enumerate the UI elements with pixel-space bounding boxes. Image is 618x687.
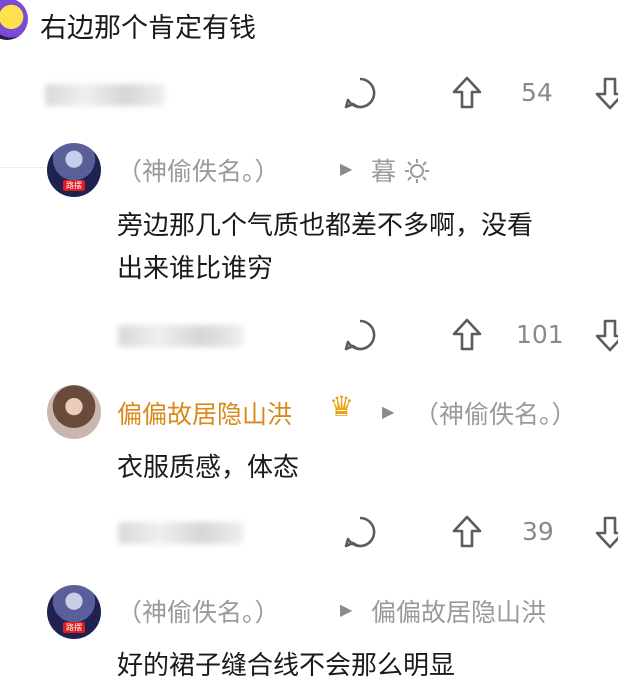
reply-to-name[interactable]: 暮 [371, 152, 396, 188]
thread-line [0, 167, 48, 168]
comment-text: 右边那个肯定有钱 [40, 13, 256, 44]
reply-icon[interactable] [343, 515, 377, 549]
comment-text: 好的裙子缝合线不会那么明显 [117, 651, 456, 681]
author-name[interactable]: 偏偏故居隐山洪 [117, 395, 292, 431]
blurred-meta [45, 84, 165, 106]
avatar[interactable]: 路摆 [47, 585, 101, 639]
comment-text: 旁边那几个气质也都差不多啊，没看 [117, 211, 534, 241]
like-count: 101 [516, 320, 564, 349]
reply-icon[interactable] [343, 318, 377, 352]
like-count: 54 [521, 78, 553, 107]
sun-emoji-icon [405, 159, 429, 183]
downvote-icon[interactable] [594, 317, 618, 353]
avatar-badge: 路摆 [63, 622, 85, 633]
blurred-meta [118, 325, 243, 347]
like-count: 39 [522, 517, 554, 546]
avatar-badge: 路摆 [63, 180, 85, 191]
comment-text: 衣服质感，体态 [117, 453, 300, 483]
downvote-icon[interactable] [594, 75, 618, 111]
reply-to-name[interactable]: 偏偏故居隐山洪 [371, 593, 546, 629]
reply-icon[interactable] [343, 76, 377, 110]
author-name[interactable]: （神偷佚名。） [117, 593, 280, 629]
avatar[interactable] [0, 0, 28, 40]
comment-text: 出来谁比谁穷 [117, 254, 274, 284]
avatar[interactable]: 路摆 [47, 143, 101, 197]
author-name[interactable]: （神偷佚名。） [117, 152, 280, 188]
upvote-icon[interactable] [451, 75, 483, 111]
reply-arrow-icon: ▶ [340, 600, 353, 619]
reply-arrow-icon: ▶ [382, 402, 395, 421]
crown-badge-icon: ♛ [329, 390, 355, 423]
upvote-icon[interactable] [451, 317, 483, 353]
upvote-icon[interactable] [451, 514, 483, 550]
downvote-icon[interactable] [594, 514, 618, 550]
reply-arrow-icon: ▶ [340, 159, 353, 178]
blurred-meta [118, 522, 243, 544]
reply-to-name[interactable]: （神偷佚名。） [414, 395, 577, 431]
avatar[interactable] [47, 385, 101, 439]
